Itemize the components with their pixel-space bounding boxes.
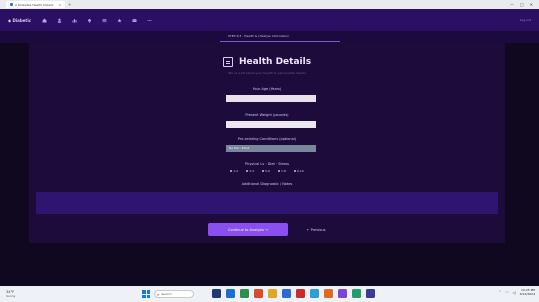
weather-widget[interactable]: 34°F Sunny [6, 290, 15, 298]
clipboard-icon [222, 57, 233, 67]
weather-description: Sunny [6, 294, 16, 298]
system-tray: ˄ ◠ ◁ 10:25 PM 3/12/2024 [499, 288, 535, 296]
browser-tab[interactable]: A Diabetes Health Details ✕ [6, 1, 65, 8]
taskbar-app-icon[interactable] [338, 289, 347, 298]
weight-input[interactable] [226, 121, 316, 128]
user-icon[interactable] [57, 18, 62, 23]
step-indicator: STEP 2/3 · Health & Lifestyle Informatio… [228, 34, 290, 38]
home-icon[interactable] [42, 18, 47, 23]
maximize-button[interactable]: □ [520, 2, 524, 7]
radio-dot-icon [246, 170, 249, 172]
conditions-select[interactable]: No Pre - Exist [226, 145, 316, 152]
option-label: 9-10 [296, 169, 304, 173]
step-progress-underline [220, 41, 340, 42]
taskbar-app-icon[interactable] [310, 289, 319, 298]
conditions-label: Pre-existing Conditions (optional) [237, 137, 297, 141]
taskbar-app-icon[interactable] [226, 289, 235, 298]
taskbar-apps [212, 289, 375, 298]
close-window-button[interactable]: ✕ [530, 2, 533, 7]
form-title-row: Health Details [29, 57, 505, 67]
list-icon[interactable] [102, 18, 107, 23]
taskbar-app-icon[interactable] [212, 289, 221, 298]
option-label: 5-6 [265, 169, 270, 173]
form-subtitle: Tell us a bit about your health to perso… [228, 71, 306, 75]
option-radio[interactable]: 1-2 [230, 169, 238, 173]
os-taskbar: 34°F Sunny ⌕ Search ˄ ◠ ◁ 10:25 PM 3/12/… [0, 286, 539, 302]
wifi-icon[interactable]: ◠ [505, 290, 509, 295]
age-label: Your Age (Years) [252, 87, 282, 91]
activity-options: 1-2 3-4 5-6 7-8 9-10 [29, 169, 505, 173]
previous-button[interactable]: ← Previous [296, 223, 336, 236]
radio-dot-icon [262, 170, 265, 172]
taskbar-app-icon[interactable] [254, 289, 263, 298]
clock-date: 3/12/2024 [519, 292, 535, 296]
search-icon: ⌕ [157, 291, 160, 297]
volume-icon[interactable]: ◁ [513, 290, 516, 295]
menu-icon[interactable] [147, 18, 152, 23]
clock[interactable]: 10:25 PM 3/12/2024 [520, 288, 535, 296]
radio-dot-icon [278, 170, 280, 172]
radio-dot-icon [293, 170, 296, 172]
app-navbar: ◆ Diabetic Log out [0, 9, 539, 31]
minimize-button[interactable]: — [510, 2, 514, 7]
option-label: 3-4 [249, 169, 255, 173]
brand-logo[interactable]: ◆ Diabetic [8, 18, 31, 23]
tab-title: A Diabetes Health Details [15, 2, 54, 7]
taskbar-app-icon[interactable] [324, 289, 333, 298]
logout-link[interactable]: Log out [520, 18, 531, 22]
search-placeholder: Search [161, 292, 172, 296]
taskbar-app-icon[interactable] [268, 289, 277, 298]
activity-label: Physical Lv · Diet · Stress [245, 162, 289, 166]
browser-tab-bar: A Diabetes Health Details ✕ + — □ ✕ [0, 0, 539, 9]
step-header: STEP 2/3 · Health & Lifestyle Informatio… [0, 31, 539, 43]
form-title: Health Details [238, 57, 312, 67]
star-icon[interactable] [117, 18, 122, 23]
bell-icon[interactable] [87, 18, 92, 23]
chevron-up-icon[interactable]: ˄ [499, 290, 501, 295]
new-tab-button[interactable]: + [68, 2, 71, 7]
windows-start-icon[interactable] [142, 290, 150, 298]
continue-button[interactable]: Continue to Analysis → [208, 223, 288, 236]
option-radio[interactable]: 5-6 [262, 169, 270, 173]
notes-label: Additional Diagnostic / Notes [241, 182, 293, 186]
health-details-panel: Health Details Tell us a bit about your … [29, 43, 505, 243]
taskbar-app-icon[interactable] [282, 289, 291, 298]
notes-area[interactable] [36, 192, 498, 214]
mail-icon[interactable] [132, 18, 137, 23]
chart-icon[interactable] [72, 18, 77, 23]
taskbar-app-icon[interactable] [366, 289, 375, 298]
option-label: 7-8 [281, 169, 286, 173]
close-tab-icon[interactable]: ✕ [58, 3, 61, 7]
option-label: 1-2 [233, 169, 239, 173]
weight-label: Present Weight (pounds) [245, 113, 289, 117]
radio-dot-icon [230, 170, 233, 172]
taskbar-app-icon[interactable] [296, 289, 305, 298]
window-controls: — □ ✕ [510, 2, 539, 7]
option-radio[interactable]: 3-4 [246, 169, 254, 173]
option-radio[interactable]: 9-10 [293, 169, 304, 173]
option-radio[interactable]: 7-8 [278, 169, 286, 173]
taskbar-search[interactable]: ⌕ Search [154, 290, 194, 298]
taskbar-app-icon[interactable] [352, 289, 361, 298]
favicon-icon [10, 3, 13, 6]
taskbar-app-icon[interactable] [240, 289, 249, 298]
age-input[interactable] [226, 95, 316, 102]
